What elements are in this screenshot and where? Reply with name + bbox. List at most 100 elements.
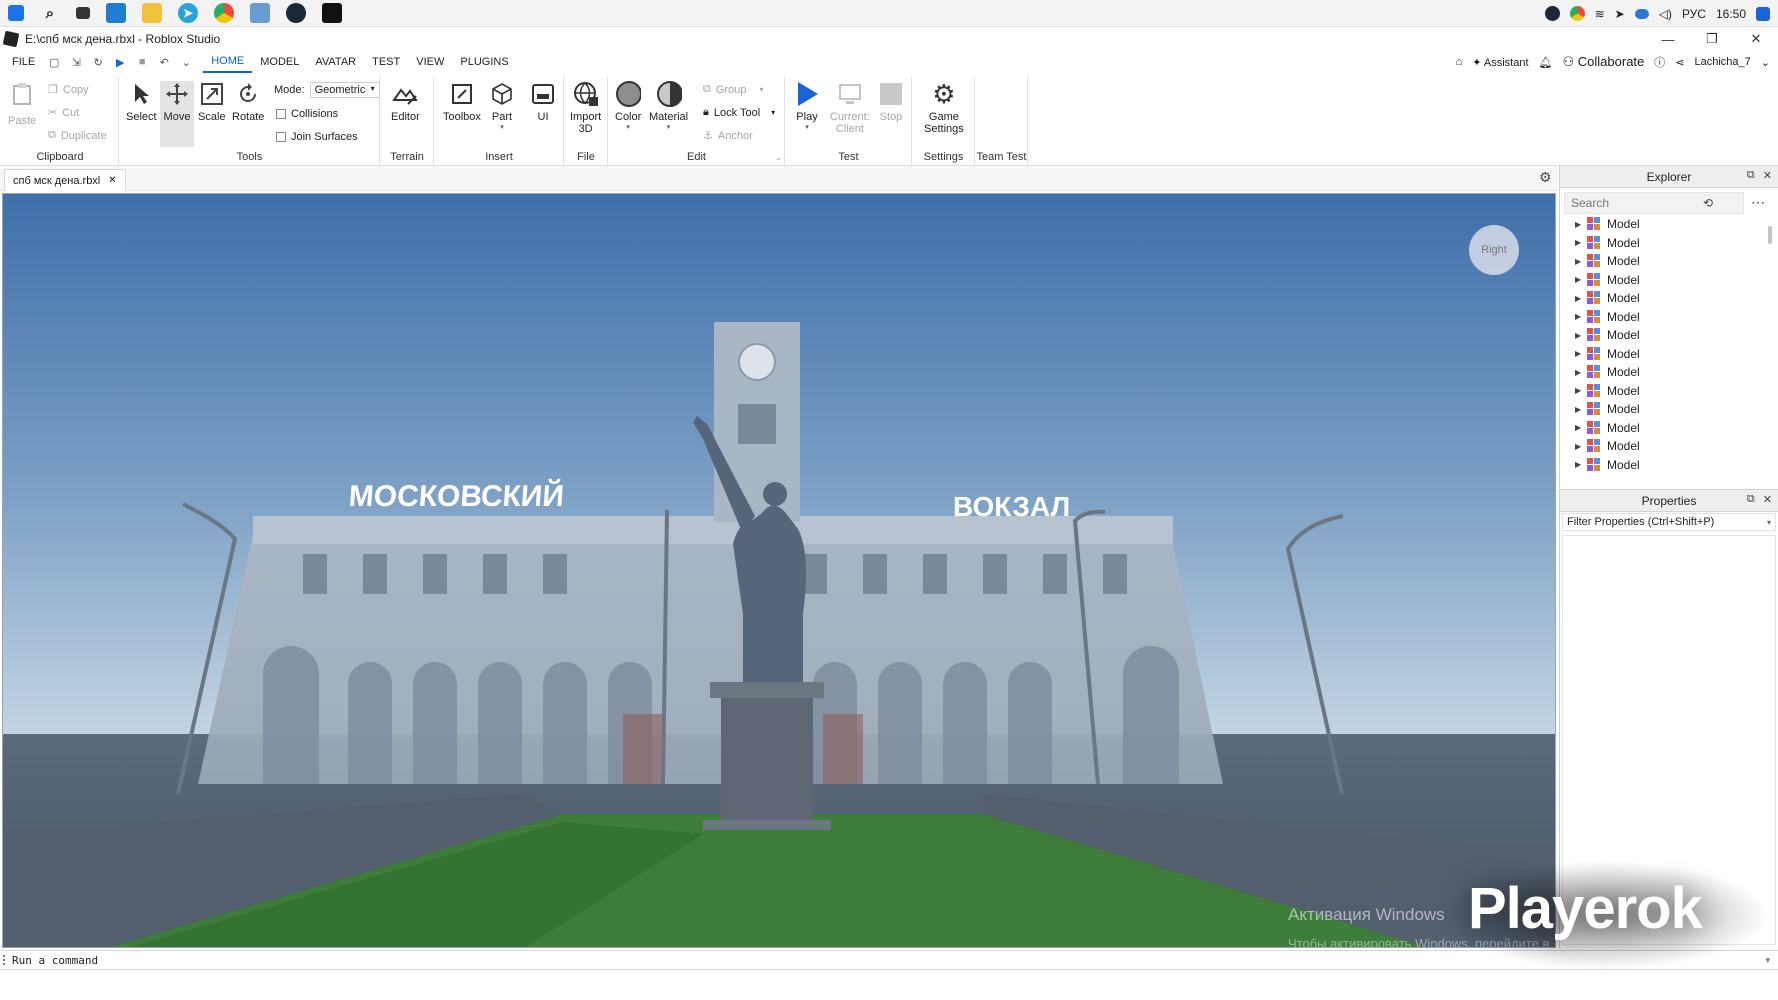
duplicate-button[interactable]: ⧉ Duplicate	[48, 129, 107, 142]
chevron-down-icon[interactable]: ⌄	[1761, 56, 1770, 69]
close-icon[interactable]: ✕	[1763, 493, 1772, 506]
history-icon[interactable]: ⟲	[1703, 196, 1713, 210]
expand-arrow-icon[interactable]: ▶	[1575, 386, 1587, 395]
cut-button[interactable]: ✂ Cut	[48, 106, 79, 120]
part-button[interactable]: Part ▾	[489, 81, 515, 131]
tab-file[interactable]: FILE	[4, 51, 43, 73]
close-button[interactable]: ✕	[1734, 27, 1778, 51]
anchor-button[interactable]: ⚓︎ Anchor	[703, 129, 753, 143]
current-client-button[interactable]: Current: Client	[830, 81, 870, 135]
undock-icon[interactable]: ⧉	[1747, 493, 1755, 506]
tree-item-model[interactable]: ▶ Model	[1560, 345, 1770, 364]
home-icon[interactable]: ⌂	[1456, 56, 1463, 68]
clock[interactable]: 16:50	[1716, 7, 1746, 21]
tree-item-model[interactable]: ▶ Model	[1560, 289, 1770, 308]
expand-arrow-icon[interactable]: ▶	[1575, 294, 1587, 303]
maximize-button[interactable]: ❐	[1690, 27, 1734, 51]
game-settings-button[interactable]: ⚙ Game Settings	[924, 79, 964, 136]
document-tab[interactable]: спб мск дена.rbxl ✕	[4, 169, 126, 191]
redo-icon[interactable]: ↻	[91, 55, 105, 69]
expand-arrow-icon[interactable]: ▶	[1575, 460, 1587, 469]
undock-icon[interactable]: ⧉	[1747, 169, 1755, 182]
telegram-icon[interactable]: ➤	[178, 3, 198, 23]
customize-quick-access-icon[interactable]: ⌄	[179, 55, 193, 69]
steam-tray-icon[interactable]	[1544, 6, 1560, 21]
rotate-tool-button[interactable]: Rotate	[232, 81, 264, 123]
tree-item-model[interactable]: ▶ Model	[1560, 215, 1770, 234]
close-icon[interactable]: ✕	[1763, 169, 1772, 182]
tree-item-model[interactable]: ▶ Model	[1560, 308, 1770, 327]
stop-button[interactable]: Stop	[878, 81, 904, 123]
filter-properties-input[interactable]: Filter Properties (Ctrl+Shift+P) ▾	[1562, 513, 1776, 531]
file-explorer-icon[interactable]	[142, 3, 162, 23]
expand-arrow-icon[interactable]: ▶	[1575, 312, 1587, 321]
roblox-studio-icon[interactable]	[322, 3, 342, 23]
chrome-tray-icon[interactable]	[1569, 6, 1585, 21]
import-3d-button[interactable]: Import 3D	[570, 81, 601, 135]
tree-item-model[interactable]: ▶ Model	[1560, 456, 1770, 474]
color-button[interactable]: Color ▾	[615, 81, 641, 131]
tree-item-model[interactable]: ▶ Model	[1560, 326, 1770, 345]
move-tool-button[interactable]: Move	[160, 81, 194, 147]
help-icon[interactable]: ⓘ	[1654, 54, 1665, 70]
task-view-icon[interactable]	[76, 7, 90, 19]
stop-quick-icon[interactable]: ■	[135, 55, 149, 69]
expand-arrow-icon[interactable]: ▶	[1575, 257, 1587, 266]
viewport-settings-gear-icon[interactable]: ⚙	[1539, 170, 1554, 185]
toolbox-button[interactable]: Toolbox	[443, 81, 481, 123]
scale-tool-button[interactable]: Scale	[198, 81, 226, 123]
play-quick-icon[interactable]: ▶	[113, 55, 127, 69]
search-icon[interactable]: ⌕	[40, 3, 60, 23]
edit-group-expander-icon[interactable]: ⌟	[776, 152, 780, 161]
undo-icon[interactable]: ↶	[157, 55, 171, 69]
notifications-icon[interactable]: 🔔︎	[1539, 56, 1553, 69]
minimize-button[interactable]: —	[1646, 27, 1690, 51]
paste-button[interactable]: Paste	[8, 81, 36, 127]
steam-icon[interactable]	[286, 3, 306, 23]
tree-item-model[interactable]: ▶ Model	[1560, 382, 1770, 401]
volume-icon[interactable]: ◁)	[1659, 7, 1672, 21]
chevron-down-icon[interactable]: ▾	[1767, 518, 1771, 527]
expand-arrow-icon[interactable]: ▶	[1575, 220, 1587, 229]
expand-arrow-icon[interactable]: ▶	[1575, 368, 1587, 377]
ui-button[interactable]: UI	[530, 81, 556, 123]
close-tab-icon[interactable]: ✕	[108, 175, 116, 186]
expand-arrow-icon[interactable]: ▶	[1575, 238, 1587, 247]
user-menu[interactable]: Lachicha_7	[1695, 56, 1751, 68]
terrain-editor-button[interactable]: Editor	[391, 81, 420, 123]
assistant-button[interactable]: ✦ Assistant	[1472, 56, 1528, 69]
onedrive-icon[interactable]	[1634, 8, 1649, 19]
open-file-icon[interactable]: ⇲	[69, 55, 83, 69]
play-button[interactable]: Play ▾	[794, 81, 820, 131]
view-cube[interactable]: Right	[1469, 225, 1519, 275]
lock-tool-button[interactable]: 🔒︎ Lock Tool ▾	[703, 106, 775, 119]
collisions-toggle[interactable]: Collisions	[276, 108, 338, 120]
join-surfaces-toggle[interactable]: Join Surfaces	[276, 131, 358, 143]
tab-avatar[interactable]: AVATAR	[307, 51, 364, 73]
tab-view[interactable]: VIEW	[408, 51, 452, 73]
tab-test[interactable]: TEST	[364, 51, 408, 73]
command-input[interactable]: Run a command	[12, 954, 98, 967]
tree-item-model[interactable]: ▶ Model	[1560, 363, 1770, 382]
notification-icon[interactable]	[1756, 6, 1770, 21]
windows-start-icon[interactable]	[8, 5, 24, 21]
photos-icon[interactable]	[250, 3, 270, 23]
language-indicator[interactable]: РУС	[1682, 7, 1706, 21]
collisions-checkbox[interactable]	[276, 109, 286, 119]
new-file-icon[interactable]: ▢	[47, 55, 61, 69]
collaborate-button[interactable]: ⚇ Collaborate	[1563, 54, 1645, 70]
tree-item-model[interactable]: ▶ Model	[1560, 252, 1770, 271]
explorer-scrollbar[interactable]	[1768, 226, 1772, 244]
tree-item-model[interactable]: ▶ Model	[1560, 400, 1770, 419]
expand-arrow-icon[interactable]: ▶	[1575, 275, 1587, 284]
select-tool-button[interactable]: Select	[126, 81, 157, 123]
tree-item-model[interactable]: ▶ Model	[1560, 419, 1770, 438]
tree-item-model[interactable]: ▶ Model	[1560, 437, 1770, 456]
expand-arrow-icon[interactable]: ▶	[1575, 442, 1587, 451]
tree-item-model[interactable]: ▶ Model	[1560, 271, 1770, 290]
expand-arrow-icon[interactable]: ▶	[1575, 349, 1587, 358]
tab-plugins[interactable]: PLUGINS	[452, 51, 516, 73]
tree-item-model[interactable]: ▶ Model	[1560, 234, 1770, 253]
copy-button[interactable]: ❐ Copy	[48, 83, 89, 97]
material-button[interactable]: Material ▾	[649, 81, 688, 131]
